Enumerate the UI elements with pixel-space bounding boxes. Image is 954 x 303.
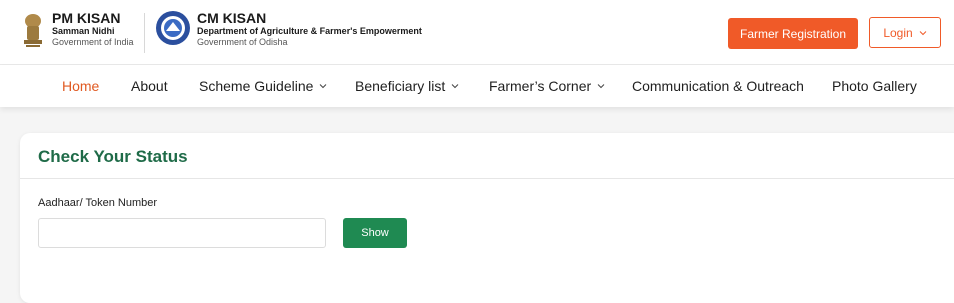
pm-kisan-org: Government of India	[52, 37, 134, 47]
card-divider	[20, 178, 954, 179]
show-button[interactable]: Show	[343, 218, 407, 248]
nav-item-label: Photo Gallery	[832, 78, 917, 94]
cm-kisan-subtitle: Department of Agriculture & Farmer's Emp…	[197, 26, 422, 36]
nav-item-scheme-guideline[interactable]: Scheme Guideline	[199, 65, 327, 107]
aadhaar-token-label: Aadhaar/ Token Number	[38, 197, 158, 209]
cm-kisan-org: Government of Odisha	[197, 37, 288, 47]
nav-item-label: Scheme Guideline	[199, 78, 314, 94]
nav-item-farmers-corner[interactable]: Farmer’s Corner	[489, 65, 605, 107]
header-divider	[144, 13, 145, 53]
pm-kisan-title: PM KISAN	[52, 10, 121, 26]
main-nav: Home About Scheme Guideline Beneficiary …	[0, 65, 954, 107]
pm-kisan-subtitle: Samman Nidhi	[52, 26, 115, 36]
cm-kisan-logo[interactable]: CM KISAN Department of Agriculture & Far…	[155, 10, 422, 48]
nav-item-label: Home	[62, 78, 100, 94]
nav-item-home[interactable]: Home	[62, 65, 99, 107]
national-emblem-icon	[24, 14, 42, 47]
chevron-down-icon	[320, 84, 327, 89]
nav-item-beneficiary-list[interactable]: Beneficiary list	[355, 65, 459, 107]
chevron-down-icon	[451, 84, 459, 89]
nav-item-photo-gallery[interactable]: Photo Gallery	[832, 65, 917, 107]
cm-kisan-title: CM KISAN	[197, 10, 267, 26]
chevron-down-icon	[597, 84, 605, 89]
farmer-registration-button[interactable]: Farmer Registration	[728, 18, 858, 49]
nav-item-about[interactable]: About	[131, 65, 168, 107]
login-label: Login	[883, 25, 913, 40]
nav-item-communication-outreach[interactable]: Communication & Outreach	[632, 65, 804, 107]
nav-item-label: Beneficiary list	[355, 78, 446, 94]
aadhaar-token-input[interactable]	[38, 218, 326, 248]
nav-item-label: Farmer’s Corner	[489, 78, 592, 94]
nav-item-label: About	[131, 78, 168, 94]
odisha-seal-icon	[156, 11, 190, 45]
check-status-card: Check Your Status Aadhaar/ Token Number …	[20, 133, 954, 303]
chevron-down-icon	[919, 30, 927, 35]
card-title: Check Your Status	[38, 147, 188, 166]
pm-kisan-logo[interactable]: PM KISAN Samman Nidhi Government of Indi…	[20, 10, 134, 50]
nav-item-label: Communication & Outreach	[632, 78, 804, 94]
site-header: PM KISAN Samman Nidhi Government of Indi…	[0, 0, 954, 65]
login-button[interactable]: Login	[869, 17, 941, 48]
